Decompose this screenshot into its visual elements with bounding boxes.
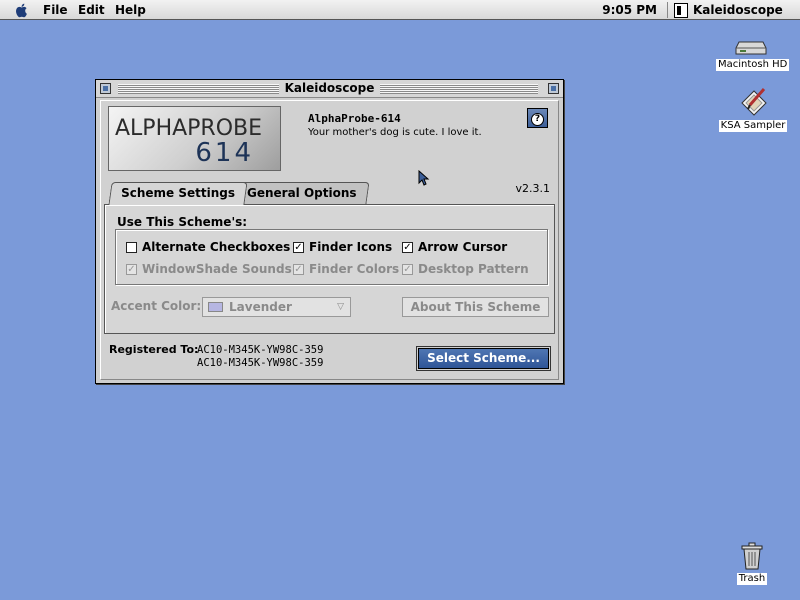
version-label: v2.3.1 [515, 182, 551, 195]
checkbox-alternate-checkboxes[interactable]: Alternate Checkboxes [126, 240, 290, 254]
checkbox-windowshade-sounds: ✓ WindowShade Sounds [126, 262, 292, 276]
checkmark-icon: ✓ [402, 263, 413, 275]
group-label: Use This Scheme's: [117, 215, 248, 229]
application-menu-label: Kaleidoscope [693, 3, 783, 17]
checkmark-icon: ✓ [293, 241, 304, 253]
desktop-icon-label: Trash [736, 573, 768, 585]
tab-scheme-settings[interactable]: Scheme Settings [108, 182, 248, 205]
desktop-icon-label: Macintosh HD [716, 59, 790, 71]
window-content: ALPHAPROBE 614 AlphaProbe-614 Your mothe… [100, 100, 559, 380]
application-menu[interactable]: Kaleidoscope [674, 1, 783, 19]
accent-color-popup: Lavender ▽ [202, 297, 351, 317]
registration-code: AC10-M345K-YW98C-359 [197, 344, 324, 356]
apple-logo-icon[interactable] [14, 2, 30, 18]
select-scheme-button[interactable]: Select Scheme... [418, 348, 549, 369]
application-icon [741, 88, 767, 116]
window-title: Kaleidoscope [96, 81, 563, 95]
accent-color-label: Accent Color: [111, 299, 202, 313]
application-menu-icon [674, 2, 688, 18]
accent-color-value: Lavender [229, 300, 292, 314]
tab-panel: Use This Scheme's: Alternate Checkboxes … [104, 204, 555, 334]
registered-to-label: Registered To: [109, 343, 199, 356]
checkmark-icon: ✓ [402, 241, 413, 253]
checkmark-icon: ✓ [126, 263, 137, 275]
checkbox-desktop-pattern: ✓ Desktop Pattern [402, 262, 529, 276]
scheme-description: Your mother's dog is cute. I love it. [308, 127, 482, 138]
menu-clock[interactable]: 9:05 PM [602, 2, 657, 18]
chevron-down-icon: ▽ [337, 302, 344, 312]
registration-code: AC10-M345K-YW98C-359 [197, 357, 324, 369]
checkbox-arrow-cursor[interactable]: ✓ Arrow Cursor [402, 240, 507, 254]
desktop-icon-trash[interactable]: Trash [731, 542, 773, 585]
checkbox-finder-icons[interactable]: ✓ Finder Icons [293, 240, 392, 254]
help-icon: ? [531, 113, 544, 126]
menu-file[interactable]: File [43, 2, 68, 18]
menu-help[interactable]: Help [115, 2, 146, 18]
scheme-name: AlphaProbe-614 [308, 112, 401, 125]
logo-number: 614 [195, 138, 254, 168]
scheme-options-group: Alternate Checkboxes ✓ Finder Icons ✓ Ar… [115, 229, 548, 285]
hard-drive-icon [735, 41, 767, 55]
menu-edit[interactable]: Edit [78, 2, 105, 18]
menu-divider [667, 2, 668, 18]
desktop-icon-label: KSA Sampler [718, 120, 788, 132]
scheme-logo: ALPHAPROBE 614 [108, 106, 281, 171]
desktop-icon-macintosh-hd[interactable]: Macintosh HD [716, 38, 790, 71]
help-button[interactable]: ? [527, 108, 548, 128]
tab-general-options[interactable]: General Options [234, 182, 370, 204]
checkmark-icon: ✓ [293, 263, 304, 275]
checkbox-unchecked-icon [126, 241, 137, 253]
desktop-icon-ksa-sampler[interactable]: KSA Sampler [716, 85, 790, 132]
window-title-bar[interactable]: Kaleidoscope [96, 80, 563, 98]
trash-icon [741, 542, 763, 570]
mouse-cursor-icon [418, 170, 430, 186]
kaleidoscope-window: Kaleidoscope ALPHAPROBE 614 AlphaProbe-6… [95, 79, 564, 384]
about-scheme-button: About This Scheme [402, 297, 549, 317]
color-swatch-icon [208, 302, 223, 312]
menu-bar: File Edit Help 9:05 PM Kaleidoscope [0, 0, 800, 20]
checkbox-finder-colors: ✓ Finder Colors [293, 262, 400, 276]
